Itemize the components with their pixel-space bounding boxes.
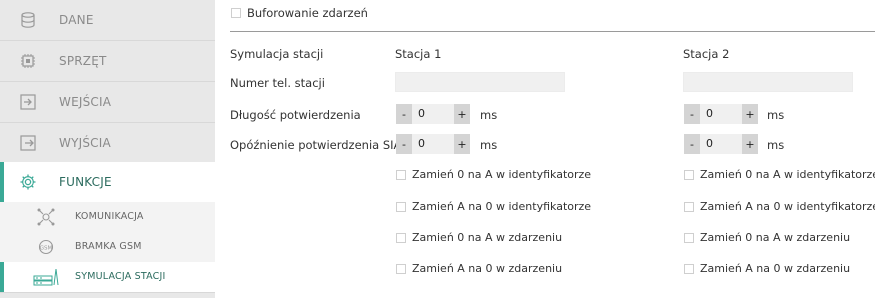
decrement-button[interactable]: - xyxy=(684,104,700,124)
communication-icon xyxy=(33,206,59,228)
station-2-option-label: Zamień 0 na A w zdarzeniu xyxy=(700,231,851,244)
station-1-option-label: Zamień A na 0 w zdarzeniu xyxy=(412,262,563,275)
decrement-button[interactable]: - xyxy=(684,134,700,154)
station-1-title: Stacja 1 xyxy=(395,47,442,61)
sia-delay-unit: ms xyxy=(480,138,498,152)
gear-icon xyxy=(18,172,38,192)
station-1-ack-length-stepper[interactable]: - 0 + xyxy=(396,104,470,124)
sidebar-subitem-bramka-gsm[interactable]: GSM BRAMKA GSM xyxy=(0,232,215,262)
increment-button[interactable]: + xyxy=(454,134,470,154)
sidebar-item-sprzet[interactable]: SPRZĘT xyxy=(0,41,215,81)
station-2-option-label: Zamień A na 0 w identyfikatorze xyxy=(700,200,875,213)
station-2-sia-delay-stepper[interactable]: - 0 + xyxy=(684,134,758,154)
ack-length-unit: ms xyxy=(480,108,498,122)
station-2-option-checkbox[interactable] xyxy=(684,233,694,243)
output-icon xyxy=(18,133,38,153)
increment-button[interactable]: + xyxy=(742,104,758,124)
stepper-value[interactable]: 0 xyxy=(412,134,454,154)
station-2-phone-input[interactable] xyxy=(683,72,853,92)
sidebar-subitem-label: BRAMKA GSM xyxy=(75,241,142,252)
active-indicator xyxy=(0,262,4,292)
station-1-option-checkbox[interactable] xyxy=(396,264,406,274)
sidebar-subitem-symulacja-stacji[interactable]: SYMULACJA STACJI xyxy=(0,262,215,292)
active-indicator xyxy=(0,162,4,202)
station-2-option-checkbox[interactable] xyxy=(684,202,694,212)
ack-length-label: Długość potwierdzenia xyxy=(230,108,361,122)
station-1-option-checkbox[interactable] xyxy=(396,202,406,212)
sidebar-subitem-label: KOMUNIKACJA xyxy=(75,211,144,222)
stepper-value[interactable]: 0 xyxy=(700,104,742,124)
sidebar-item-label: WEJŚCIA xyxy=(59,95,112,109)
station-1-phone-input[interactable] xyxy=(395,72,565,92)
event-buffering-checkbox[interactable] xyxy=(231,8,241,18)
increment-button[interactable]: + xyxy=(742,134,758,154)
database-icon xyxy=(18,10,38,30)
station-2-option-label: Zamień 0 na A w identyfikatorze xyxy=(700,168,875,181)
sidebar-subitem-label: SYMULACJA STACJI xyxy=(75,271,166,282)
sidebar-item-label: WYJŚCIA xyxy=(59,136,111,150)
station-simulation-label: Symulacja stacji xyxy=(230,47,324,61)
increment-button[interactable]: + xyxy=(454,104,470,124)
station-1-option-label: Zamień 0 na A w identyfikatorze xyxy=(412,168,592,181)
sidebar: DANE SPRZĘT WEJŚCIA WYJŚCIA FUNKCJE KOMU… xyxy=(0,0,215,298)
station-2-ack-length-stepper[interactable]: - 0 + xyxy=(684,104,758,124)
ack-length-unit: ms xyxy=(767,108,785,122)
decrement-button[interactable]: - xyxy=(396,104,412,124)
sidebar-item-label: FUNKCJE xyxy=(59,175,112,189)
sia-delay-unit: ms xyxy=(767,138,785,152)
station-1-option-label: Zamień A na 0 w identyfikatorze xyxy=(412,200,592,213)
main-panel: Buforowanie zdarzeń Symulacja stacji Num… xyxy=(215,0,875,298)
decrement-button[interactable]: - xyxy=(396,134,412,154)
stepper-value[interactable]: 0 xyxy=(700,134,742,154)
divider xyxy=(0,292,215,293)
sia-ack-delay-label: Opóźnienie potwierdzenia SIA xyxy=(230,138,402,152)
station-simulation-icon xyxy=(33,266,59,288)
sidebar-subitem-komunikacja[interactable]: KOMUNIKACJA xyxy=(0,202,215,232)
svg-text:GSM: GSM xyxy=(40,246,53,252)
station-2-option-label: Zamień A na 0 w zdarzeniu xyxy=(700,262,851,275)
phone-number-label: Numer tel. stacji xyxy=(230,76,325,90)
station-2-option-checkbox[interactable] xyxy=(684,264,694,274)
station-1-option-label: Zamień 0 na A w zdarzeniu xyxy=(412,231,563,244)
gsm-gateway-icon: GSM xyxy=(33,236,59,258)
section-divider xyxy=(230,31,875,32)
sidebar-item-wyjscia[interactable]: WYJŚCIA xyxy=(0,123,215,163)
chip-icon xyxy=(18,51,38,71)
station-1-option-checkbox[interactable] xyxy=(396,170,406,180)
station-1-option-checkbox[interactable] xyxy=(396,233,406,243)
station-2-option-checkbox[interactable] xyxy=(684,170,694,180)
sidebar-item-wejscia[interactable]: WEJŚCIA xyxy=(0,82,215,122)
sidebar-item-funkcje[interactable]: FUNKCJE xyxy=(0,162,215,202)
station-2-title: Stacja 2 xyxy=(683,47,730,61)
station-1-sia-delay-stepper[interactable]: - 0 + xyxy=(396,134,470,154)
input-icon xyxy=(18,92,38,112)
sidebar-item-label: SPRZĘT xyxy=(59,54,107,68)
sidebar-item-label: DANE xyxy=(59,13,94,27)
sidebar-item-dane[interactable]: DANE xyxy=(0,0,215,40)
event-buffering-label: Buforowanie zdarzeń xyxy=(247,6,368,20)
stepper-value[interactable]: 0 xyxy=(412,104,454,124)
